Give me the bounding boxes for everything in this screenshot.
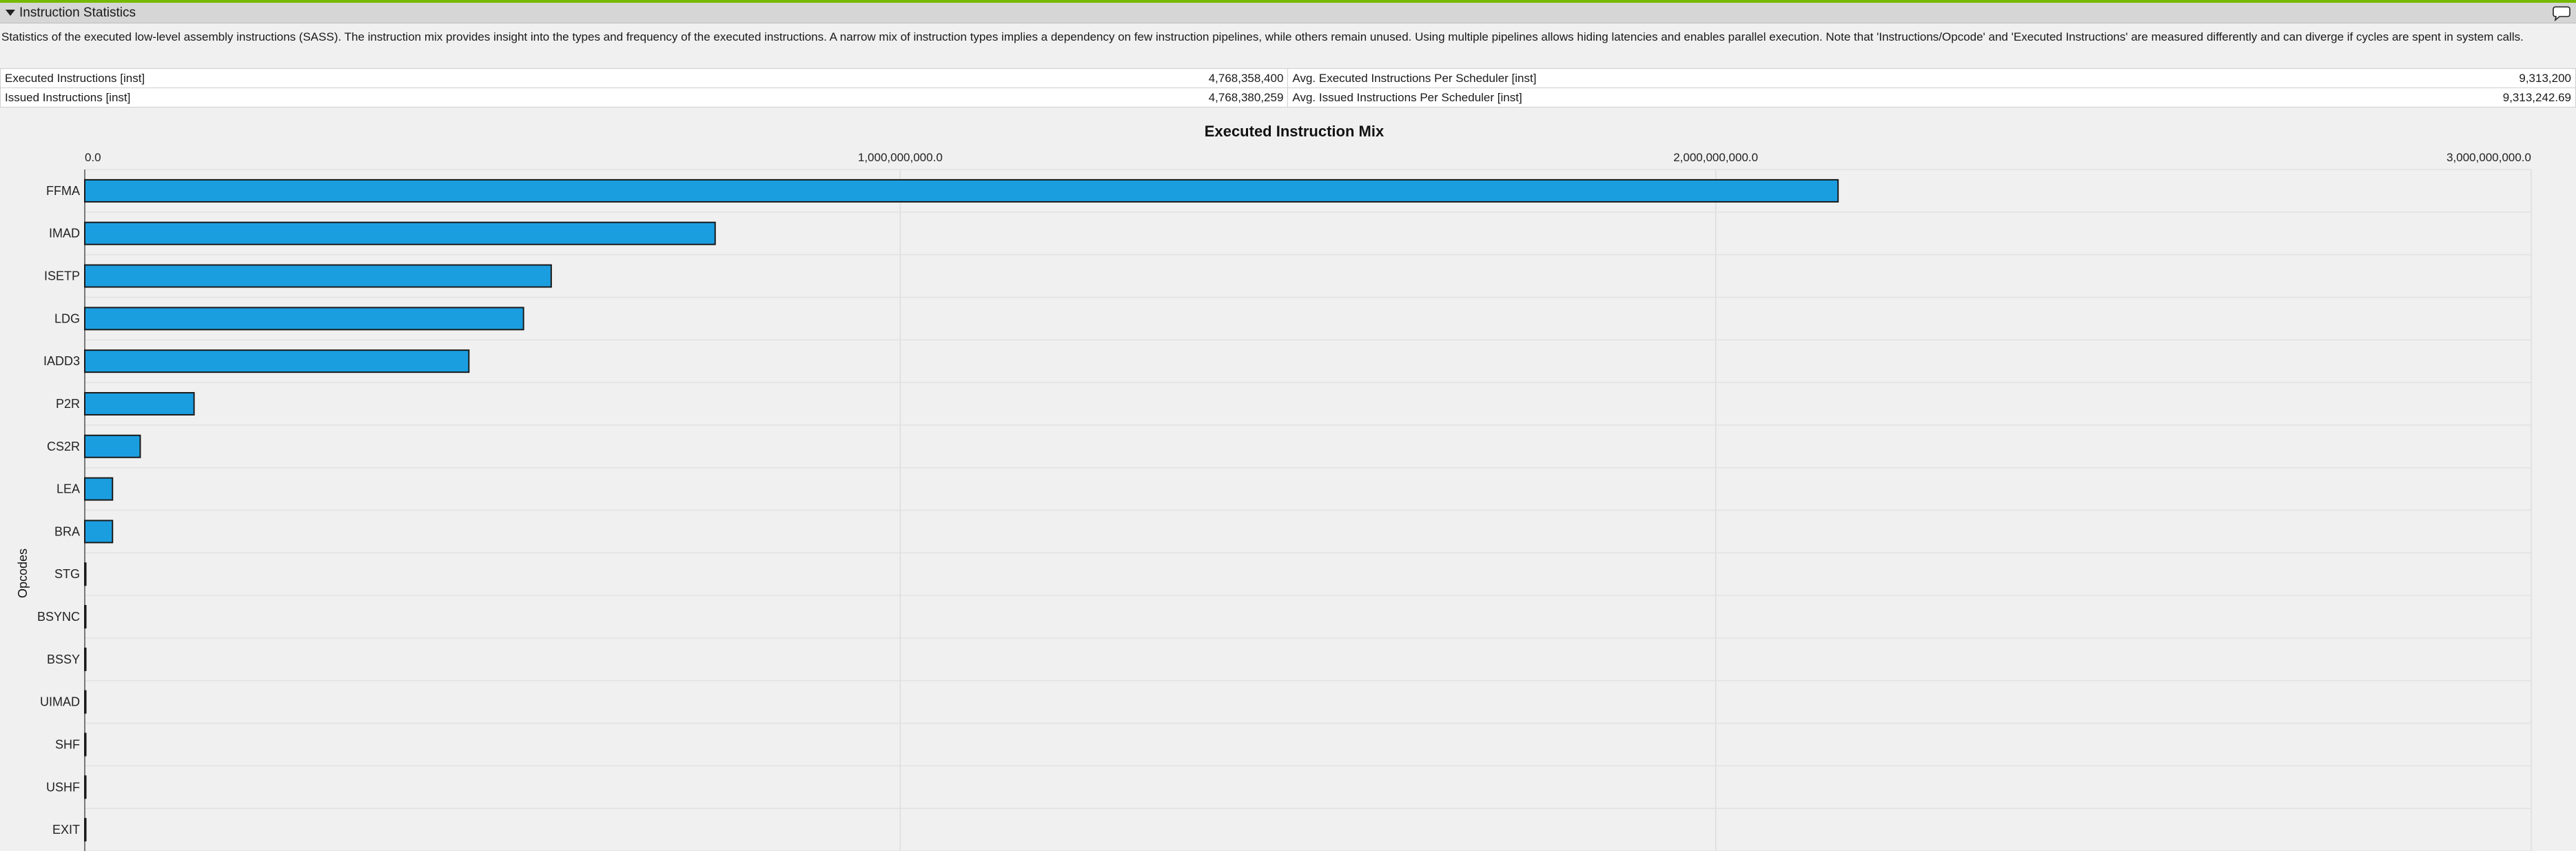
metric-label: Executed Instructions [inst] 4,768,358,4… [0, 68, 1289, 88]
bar-ffma [84, 178, 1839, 203]
x-tick-label: 3,000,000,000.0 [2446, 151, 2531, 164]
metric-value: 4,768,380,259 [1208, 90, 1284, 104]
bar-bsync [84, 605, 87, 629]
category-label: SHF [55, 737, 80, 751]
category-label: STG [54, 567, 80, 581]
metric-value: 9,313,200 [2519, 71, 2571, 85]
collapse-triangle-icon[interactable] [6, 10, 15, 16]
bar-bssy [84, 647, 87, 671]
bar-p2r [84, 391, 195, 416]
category-label: P2R [56, 397, 80, 411]
category-label: FFMA [46, 184, 80, 198]
y-axis-label: Opcodes [16, 548, 30, 598]
metrics-row: Issued Instructions [inst] 4,768,380,259… [0, 88, 2576, 107]
metric-value: 4,768,358,400 [1208, 71, 1284, 85]
x-tick-label: 0.0 [85, 151, 101, 164]
bar-stg [84, 562, 87, 586]
category-label: USHF [46, 780, 80, 794]
bar-ushf [84, 775, 87, 799]
executed-instruction-mix-chart: Executed Instruction Mix Opcodes 0.0 1,00… [16, 123, 2532, 851]
comment-icon[interactable] [2553, 5, 2570, 21]
chart-title: Executed Instruction Mix [1205, 123, 1384, 140]
metric-label-text: Executed Instructions [inst] [5, 71, 145, 85]
bar-exit [84, 818, 87, 842]
category-label: BSSY [47, 653, 80, 666]
category-label: UIMAD [40, 695, 80, 709]
bar-lea [84, 477, 114, 501]
category-label: CS2R [47, 440, 80, 453]
x-tick-label: 2,000,000,000.0 [1673, 151, 1758, 164]
metrics-row: Executed Instructions [inst] 4,768,358,4… [0, 68, 2576, 88]
bar-imad [84, 221, 716, 245]
metric-label: Avg. Executed Instructions Per Scheduler… [1287, 68, 2576, 88]
bar-shf [84, 732, 87, 757]
metric-label-text: Avg. Executed Instructions Per Scheduler… [1292, 71, 1537, 85]
section-title: Instruction Statistics [19, 6, 136, 20]
category-label: BSYNC [37, 610, 80, 624]
bar-cs2r [84, 434, 141, 458]
bar-uimad [84, 690, 87, 714]
metric-label: Issued Instructions [inst] 4,768,380,259 [0, 88, 1289, 107]
section-header[interactable]: Instruction Statistics [0, 0, 2576, 23]
metrics-table: Executed Instructions [inst] 4,768,358,4… [0, 68, 2576, 107]
metric-label-text: Avg. Issued Instructions Per Scheduler [… [1292, 90, 1522, 104]
category-label: LDG [54, 311, 80, 325]
category-label: ISETP [44, 269, 80, 283]
bar-iadd3 [84, 349, 470, 373]
category-label: EXIT [52, 823, 80, 837]
bar-ldg [84, 307, 524, 331]
category-label: LEA [57, 482, 80, 496]
metric-value: 9,313,242.69 [2502, 90, 2571, 104]
bar-bra [84, 520, 114, 544]
section-description: Statistics of the executed low-level ass… [1, 30, 2524, 43]
x-tick-label: 1,000,000,000.0 [858, 151, 943, 164]
metric-label: Avg. Issued Instructions Per Scheduler [… [1287, 88, 2576, 107]
category-label: IMAD [49, 227, 80, 240]
metric-label-text: Issued Instructions [inst] [5, 90, 131, 104]
category-label: IADD3 [43, 354, 80, 368]
bar-isetp [84, 264, 552, 288]
category-label: BRA [54, 524, 80, 538]
